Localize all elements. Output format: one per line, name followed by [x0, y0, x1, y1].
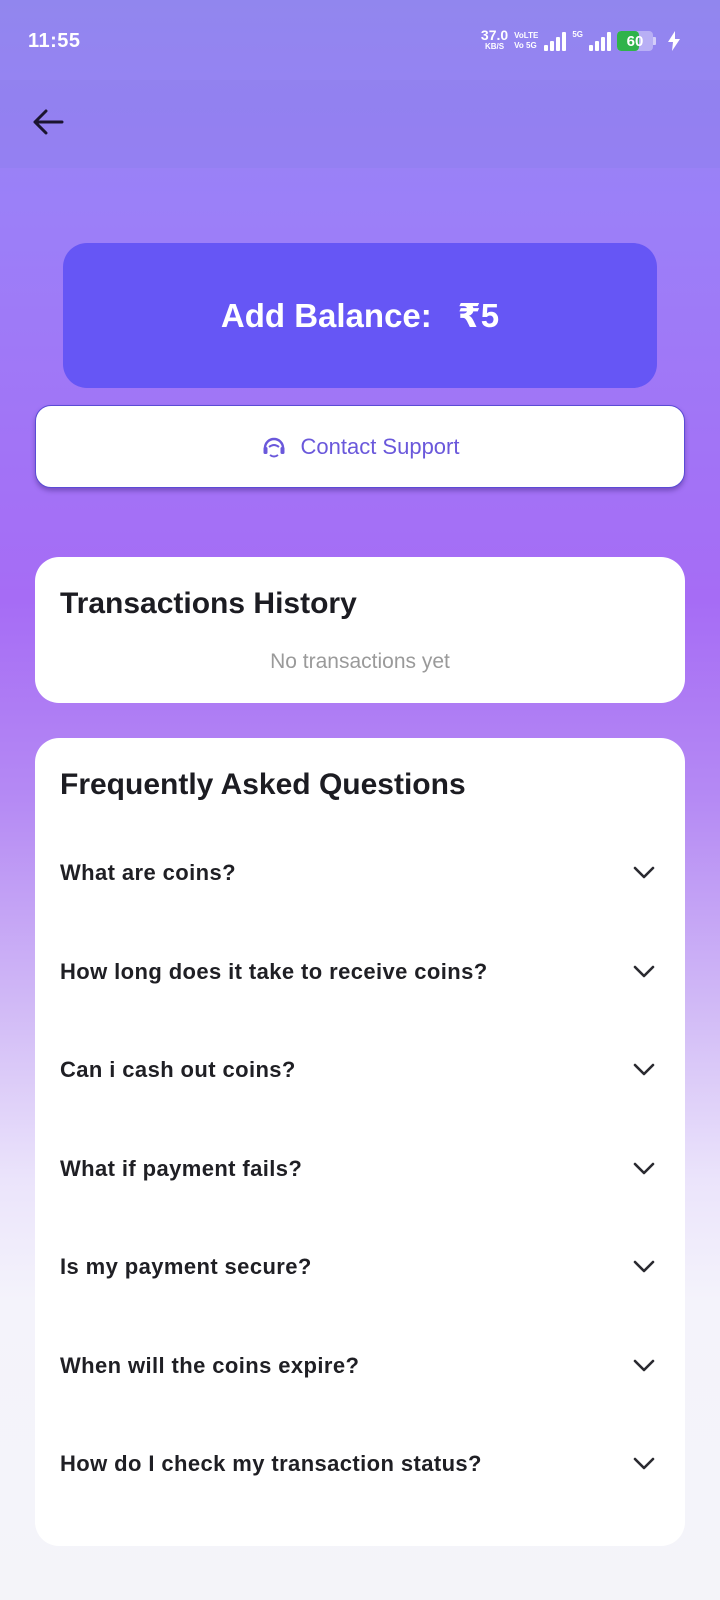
signal-icon — [544, 31, 567, 51]
transactions-title: Transactions History — [60, 587, 357, 620]
chevron-down-icon — [633, 1162, 655, 1176]
top-app-bar — [0, 80, 720, 168]
network-speed-unit: KB/S — [484, 42, 505, 51]
volte-label-2: Vo 5G — [514, 41, 537, 50]
status-bar: 11:55 37.0 KB/S VoLTE Vo 5G 5G 60 — [0, 0, 720, 80]
faq-title: Frequently Asked Questions — [60, 768, 466, 801]
battery-level: 60 — [626, 32, 644, 50]
faq-item[interactable]: Is my payment secure? — [35, 1218, 685, 1317]
faq-question: Is my payment secure? — [60, 1254, 312, 1280]
faq-item[interactable]: When will the coins expire? — [35, 1317, 685, 1416]
status-time: 11:55 — [28, 30, 81, 52]
faq-item[interactable]: What if payment fails? — [35, 1120, 685, 1219]
chevron-down-icon — [633, 866, 655, 880]
network-speed: 37.0 KB/S — [480, 27, 509, 52]
transactions-empty-text: No transactions yet — [270, 650, 450, 673]
status-icons: 37.0 KB/S VoLTE Vo 5G 5G 60 — [481, 28, 680, 54]
arrow-left-icon — [33, 109, 64, 135]
chevron-down-icon — [633, 1063, 655, 1077]
chevron-down-icon — [633, 965, 655, 979]
battery-icon: 60 — [617, 31, 656, 51]
chevron-down-icon — [633, 1260, 655, 1274]
back-button[interactable] — [26, 100, 70, 144]
faq-list: What are coins? How long does it take to… — [35, 824, 685, 1514]
faq-item[interactable]: Can i cash out coins? — [35, 1021, 685, 1120]
faq-item[interactable]: How do I check my transaction status? — [35, 1415, 685, 1514]
add-balance-label: Add Balance: — [220, 296, 432, 334]
faq-question: When will the coins expire? — [60, 1352, 360, 1378]
signal-icon-2 — [589, 31, 611, 51]
faq-item[interactable]: How long does it take to receive coins? — [35, 923, 685, 1022]
headset-icon — [261, 435, 287, 459]
five-g-label: 5G — [572, 30, 583, 39]
chevron-down-icon — [633, 1457, 655, 1471]
faq-item[interactable]: What are coins? — [35, 824, 685, 923]
faq-card: Frequently Asked Questions What are coin… — [35, 738, 685, 1546]
faq-question: What if payment fails? — [60, 1155, 303, 1181]
faq-question: What are coins? — [60, 860, 236, 886]
volte-indicator: VoLTE Vo 5G — [514, 31, 538, 51]
volte-label-1: VoLTE — [514, 31, 539, 40]
contact-support-label: Contact Support — [300, 433, 460, 459]
faq-question: How long does it take to receive coins? — [60, 958, 488, 984]
add-balance-button[interactable]: Add Balance: ₹5 — [63, 243, 657, 388]
transactions-card: Transactions History No transactions yet — [35, 557, 685, 703]
faq-question: How do I check my transaction status? — [60, 1451, 482, 1477]
faq-question: Can i cash out coins? — [60, 1057, 296, 1083]
chevron-down-icon — [633, 1359, 655, 1373]
network-speed-value: 37.0 — [480, 27, 509, 43]
balance-amount: ₹5 — [457, 297, 500, 334]
contact-support-button[interactable]: Contact Support — [35, 405, 685, 488]
charging-icon — [668, 31, 680, 51]
